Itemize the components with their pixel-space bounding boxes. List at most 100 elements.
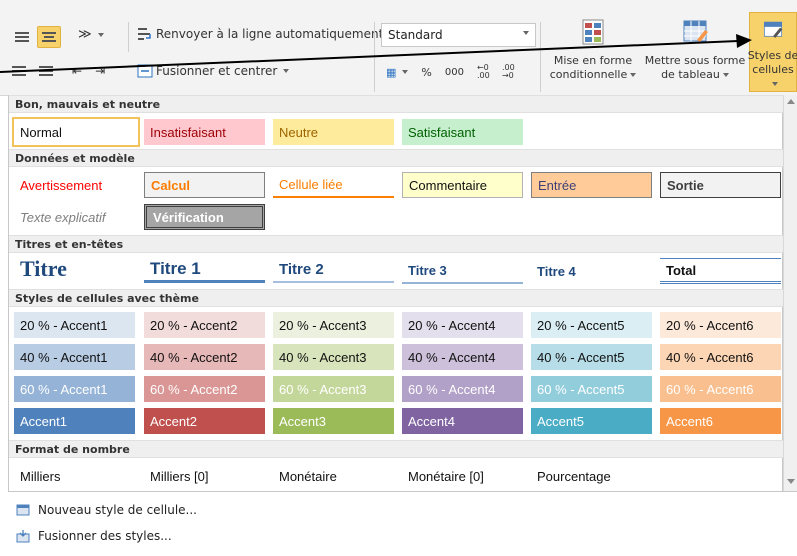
- wrap-text-icon: [138, 28, 151, 40]
- style-monetaire[interactable]: Monétaire: [273, 463, 394, 489]
- align-center-button[interactable]: [10, 26, 34, 48]
- style-60-accent5[interactable]: 60 % - Accent5: [531, 376, 652, 402]
- style-accent6[interactable]: Accent6: [660, 408, 781, 434]
- style-accent4[interactable]: Accent4: [402, 408, 523, 434]
- currency-format-icon[interactable]: ▦: [386, 66, 396, 79]
- style-entree[interactable]: Entrée: [531, 172, 652, 198]
- align-justify-icon[interactable]: [12, 66, 26, 76]
- style-monetaire-0[interactable]: Monétaire [0]: [402, 463, 523, 489]
- style-cellule-liee[interactable]: Cellule liée: [273, 172, 394, 198]
- chevron-down-icon: [523, 31, 529, 35]
- style-commentaire[interactable]: Commentaire: [402, 172, 523, 198]
- gallery-scrollbar[interactable]: [783, 95, 797, 491]
- section-header-number-format: Format de nombre: [9, 440, 784, 458]
- style-accent1[interactable]: Accent1: [14, 408, 135, 434]
- merge-center-label: Fusionner et centrer: [156, 64, 278, 78]
- style-accent5[interactable]: Accent5: [531, 408, 652, 434]
- new-cell-style-label: Nouveau style de cellule...: [38, 503, 197, 517]
- style-40-accent1[interactable]: 40 % - Accent1: [14, 344, 135, 370]
- number-format-value: Standard: [388, 28, 443, 42]
- increase-indent-icon[interactable]: ⇥: [95, 64, 105, 78]
- style-satisfaisant[interactable]: Satisfaisant: [402, 119, 523, 145]
- format-as-table-label-2: de tableau: [661, 68, 720, 81]
- section-header-theme: Styles de cellules avec thème: [9, 289, 784, 307]
- text-orientation-icon: ≫: [78, 27, 92, 42]
- style-insatisfaisant[interactable]: Insatisfaisant: [144, 119, 265, 145]
- orientation-button[interactable]: ≫: [78, 27, 104, 42]
- wrap-text-label: Renvoyer à la ligne automatiquement: [156, 27, 384, 41]
- ribbon-alignment-number-styles: ≫ Renvoyer à la ligne automatiquement ⇤ …: [0, 0, 797, 96]
- align-center-icon: [15, 32, 29, 42]
- style-40-accent6[interactable]: 40 % - Accent6: [660, 344, 781, 370]
- new-cell-style-item[interactable]: Nouveau style de cellule...: [16, 499, 197, 521]
- conditional-format-button[interactable]: Mise en forme conditionnelle: [545, 18, 641, 82]
- style-20-accent4[interactable]: 20 % - Accent4: [402, 312, 523, 338]
- merge-cells-icon: [137, 64, 153, 78]
- increase-decimal-button[interactable]: ←0 .00: [477, 64, 495, 80]
- cell-styles-button[interactable]: Styles de cellules: [748, 12, 797, 92]
- section-header-good-bad: Bon, mauvais et neutre: [9, 95, 784, 113]
- section-header-titles: Titres et en-têtes: [9, 235, 784, 253]
- style-60-accent3[interactable]: 60 % - Accent3: [273, 376, 394, 402]
- style-20-accent6[interactable]: 20 % - Accent6: [660, 312, 781, 338]
- style-60-accent1[interactable]: 60 % - Accent1: [14, 376, 135, 402]
- scroll-up-icon[interactable]: [787, 99, 795, 104]
- style-40-accent2[interactable]: 40 % - Accent2: [144, 344, 265, 370]
- section-header-data-model: Données et modèle: [9, 149, 784, 167]
- format-as-table-label-1: Mettre sous forme: [644, 54, 746, 67]
- scroll-down-icon[interactable]: [787, 479, 795, 484]
- style-titre-3[interactable]: Titre 3: [402, 258, 523, 284]
- conditional-format-icon: [582, 19, 604, 45]
- style-accent2[interactable]: Accent2: [144, 408, 265, 434]
- style-60-accent6[interactable]: 60 % - Accent6: [660, 376, 781, 402]
- style-titre-4[interactable]: Titre 4: [531, 258, 652, 284]
- style-titre-2[interactable]: Titre 2: [273, 257, 394, 283]
- style-texte-explicatif[interactable]: Texte explicatif: [14, 204, 135, 230]
- style-verification[interactable]: Vérification: [144, 204, 265, 230]
- merge-center-button[interactable]: Fusionner et centrer: [137, 64, 290, 78]
- style-40-accent3[interactable]: 40 % - Accent3: [273, 344, 394, 370]
- merge-styles-icon: [16, 530, 30, 543]
- style-20-accent3[interactable]: 20 % - Accent3: [273, 312, 394, 338]
- indent-group: ⇤ ⇥: [12, 64, 105, 78]
- style-accent3[interactable]: Accent3: [273, 408, 394, 434]
- format-as-table-icon: [683, 20, 708, 42]
- align-right-button[interactable]: [37, 26, 61, 48]
- number-format-select[interactable]: Standard: [381, 23, 536, 47]
- merge-styles-label: Fusionner des styles...: [38, 529, 172, 543]
- decrease-decimal-button[interactable]: .00 →0: [502, 64, 520, 80]
- style-60-accent4[interactable]: 60 % - Accent4: [402, 376, 523, 402]
- style-20-accent1[interactable]: 20 % - Accent1: [14, 312, 135, 338]
- thousands-button[interactable]: 000: [445, 67, 464, 78]
- style-neutre[interactable]: Neutre: [273, 119, 394, 145]
- style-titre-1[interactable]: Titre 1: [144, 257, 265, 283]
- number-buttons-row: ▦ % 000 ←0 .00 .00 →0: [386, 64, 520, 80]
- style-titre[interactable]: Titre: [14, 255, 135, 283]
- style-40-accent5[interactable]: 40 % - Accent5: [531, 344, 652, 370]
- style-total[interactable]: Total: [660, 258, 781, 284]
- style-milliers[interactable]: Milliers: [14, 463, 135, 489]
- style-calcul[interactable]: Calcul: [144, 172, 265, 198]
- conditional-format-label-2: conditionnelle: [549, 68, 628, 81]
- style-20-accent5[interactable]: 20 % - Accent5: [531, 312, 652, 338]
- style-60-accent2[interactable]: 60 % - Accent2: [144, 376, 265, 402]
- gallery-footer-menu: Nouveau style de cellule... Fusionner de…: [8, 491, 797, 556]
- merge-styles-item[interactable]: Fusionner des styles...: [16, 525, 172, 547]
- decrease-indent-icon[interactable]: ⇤: [72, 64, 82, 78]
- style-normal[interactable]: Normal: [12, 117, 140, 147]
- percent-button[interactable]: %: [421, 66, 431, 79]
- format-as-table-button[interactable]: Mettre sous forme de tableau: [640, 18, 750, 82]
- wrap-text-button[interactable]: Renvoyer à la ligne automatiquement: [137, 27, 383, 41]
- style-avertissement[interactable]: Avertissement: [14, 172, 135, 198]
- style-20-accent2[interactable]: 20 % - Accent2: [144, 312, 265, 338]
- style-40-accent4[interactable]: 40 % - Accent4: [402, 344, 523, 370]
- cell-styles-gallery: Bon, mauvais et neutre Normal Insatisfai…: [8, 95, 784, 491]
- conditional-format-label-1: Mise en forme: [553, 54, 633, 67]
- new-style-icon: [16, 504, 30, 516]
- cell-styles-icon: [763, 21, 783, 38]
- cell-styles-label-2: cellules: [752, 63, 794, 76]
- style-pourcentage[interactable]: Pourcentage: [531, 463, 652, 489]
- align-justify-2-icon[interactable]: [39, 66, 53, 76]
- style-milliers-0[interactable]: Milliers [0]: [144, 463, 265, 489]
- style-sortie[interactable]: Sortie: [660, 172, 781, 198]
